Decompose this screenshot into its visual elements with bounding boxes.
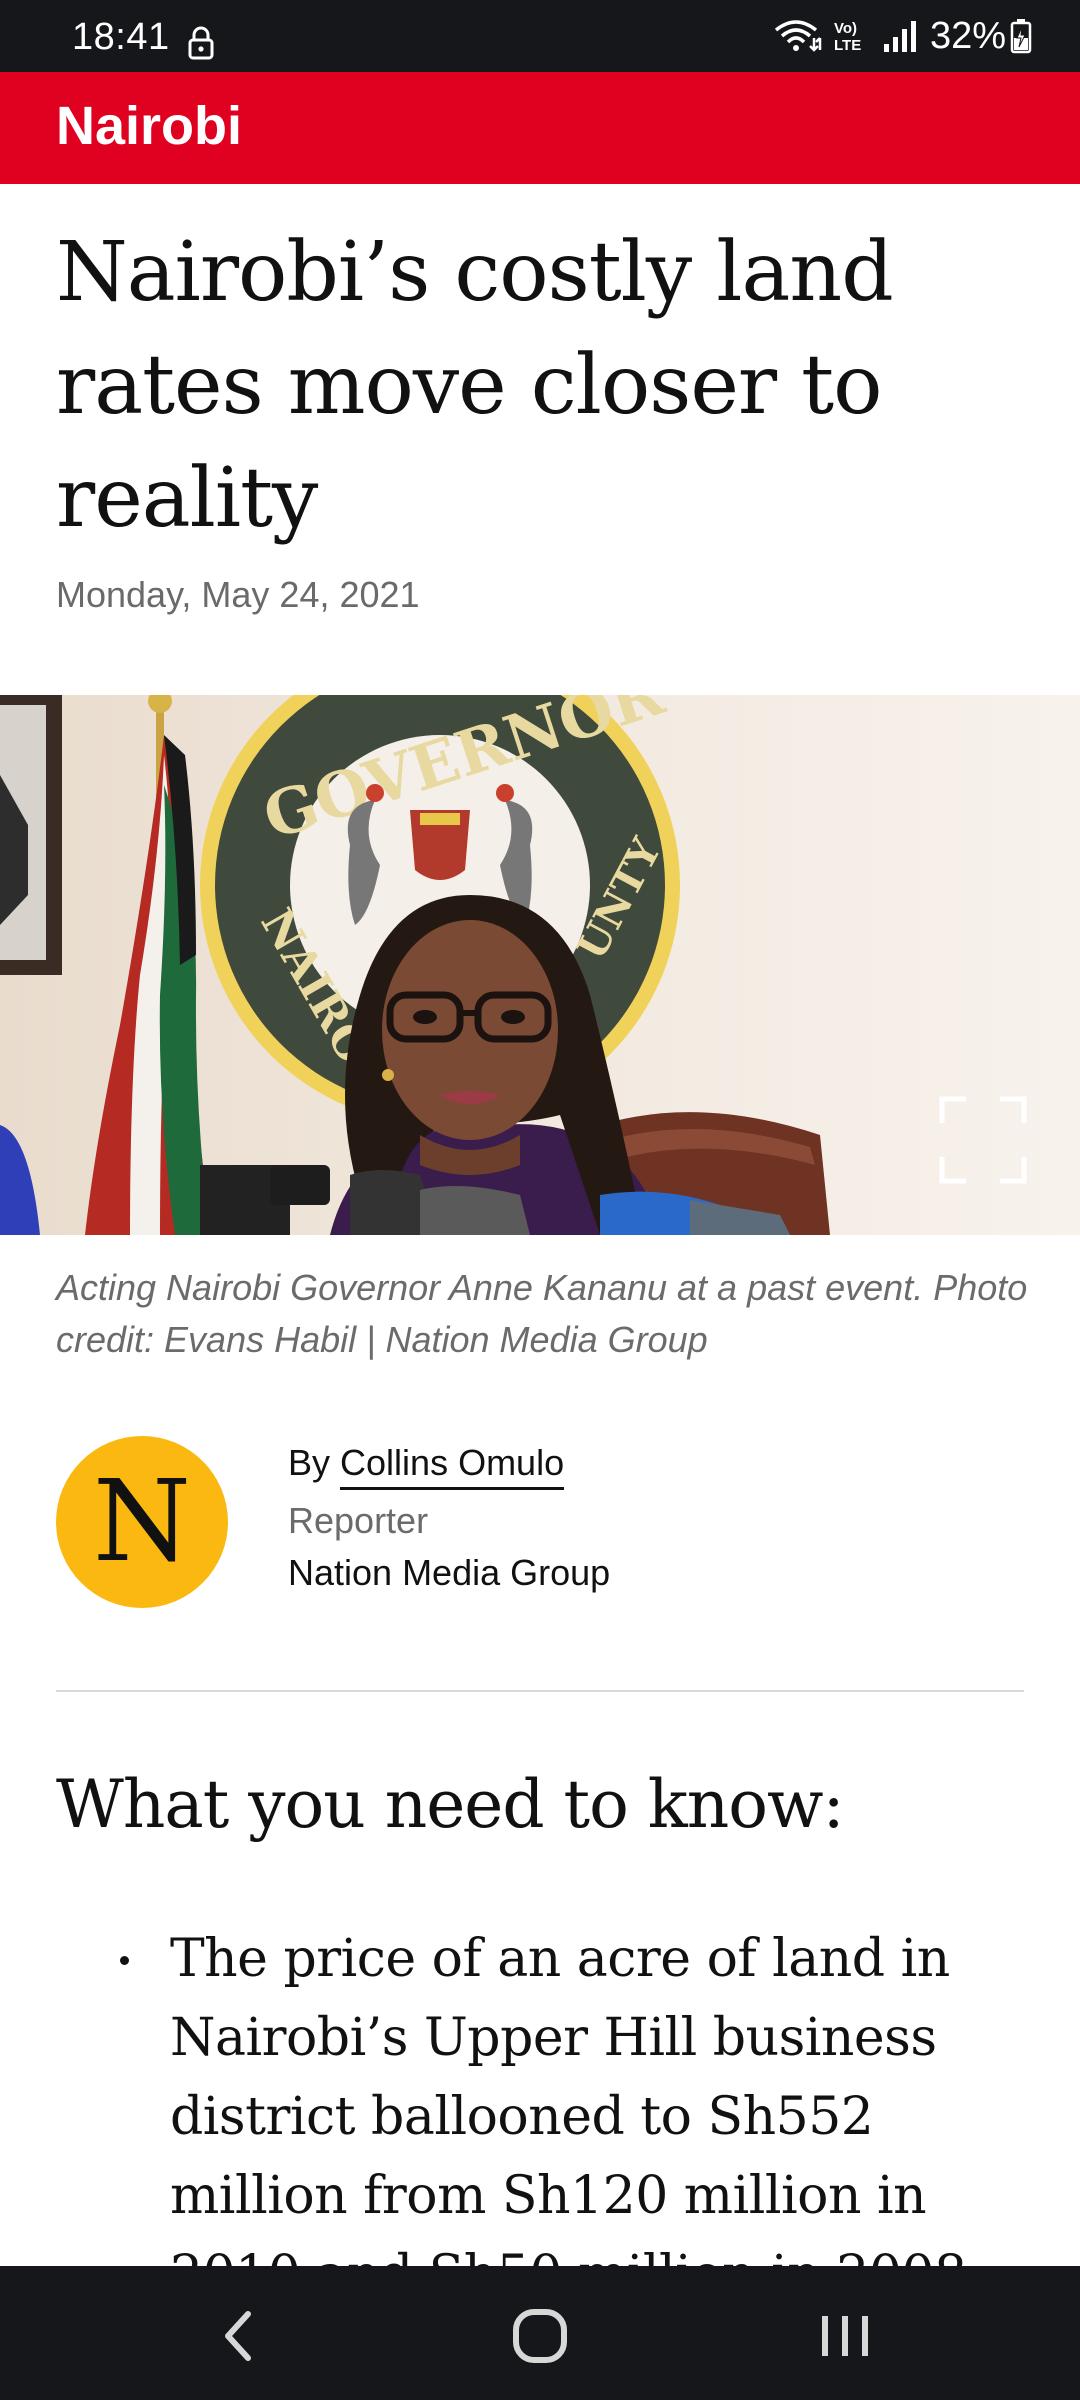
publish-date: Monday, May 24, 2021 [56,574,420,615]
byline-prefix: By [288,1442,331,1483]
home-icon[interactable] [500,2296,580,2376]
navigation-bar [0,2266,1080,2400]
status-time: 18:41 [72,16,170,58]
author-role: Reporter [288,1500,429,1541]
summary-list: The price of an acre of land in Nairobi’… [0,1920,1080,2266]
expand-icon[interactable] [938,1095,1028,1185]
volte-icon: Vo) LTE [834,20,861,54]
lock-icon [188,26,214,60]
summary-heading: What you need to know: [56,1766,845,1843]
recents-icon[interactable] [805,2296,885,2376]
byline: By Collins Omulo [288,1442,565,1490]
publisher-logo: N [56,1436,228,1608]
battery-percent: 32% [929,14,1006,57]
wifi-icon [774,20,822,52]
status-icons: Vo) LTE 32% [774,14,1032,58]
section-title[interactable]: Nairobi [56,86,242,167]
publisher-logo-letter: N [93,1457,191,1587]
bullet-dot-icon [120,1956,129,1965]
section-header: Nairobi [0,72,1080,184]
summary-list-container: The price of an acre of land in Nairobi’… [0,1920,1080,2266]
svg-text:LTE: LTE [834,37,861,54]
battery-charging-icon [1010,19,1032,54]
back-icon[interactable] [200,2296,280,2376]
photo-illustration: GOVERNOR NAIRO UNTY [0,695,1080,1235]
section-divider [56,1690,1024,1692]
status-bar: 18:41 Vo) LTE 32% [0,0,1080,72]
article-photo[interactable]: GOVERNOR NAIRO UNTY [0,695,1080,1235]
signal-icon [883,21,916,52]
photo-caption: Acting Nairobi Governor Anne Kananu at a… [56,1267,1028,1360]
author-organization: Nation Media Group [288,1552,611,1593]
summary-bullet: The price of an acre of land in Nairobi’… [0,1920,1050,2266]
summary-bullet-text: The price of an acre of land in Nairobi’… [170,1929,983,2266]
author-name-link[interactable]: Collins Omulo [340,1442,565,1490]
article-headline: Nairobi’s costly land rates move closer … [56,225,894,546]
svg-text:Vo): Vo) [834,20,857,37]
